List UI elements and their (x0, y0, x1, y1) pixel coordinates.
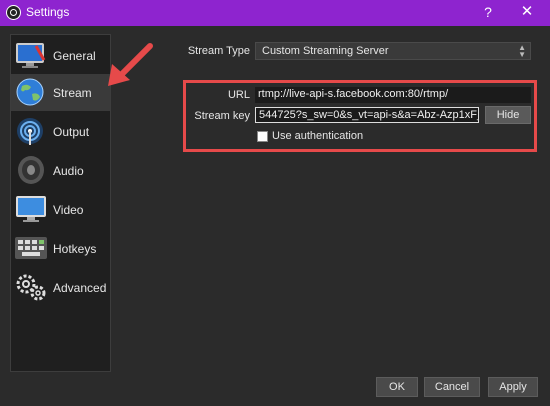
sidebar-item-general[interactable]: General (11, 37, 110, 74)
stream-type-value: Custom Streaming Server (262, 45, 389, 57)
ok-button[interactable]: OK (376, 377, 418, 397)
sidebar-item-label: Output (53, 125, 90, 139)
sidebar-item-video[interactable]: Video (11, 191, 110, 228)
stream-type-select[interactable]: Custom Streaming Server ▲ ▼ (255, 42, 531, 60)
spin-arrows-icon: ▲ ▼ (518, 43, 526, 59)
sidebar-item-label: Video (53, 203, 84, 217)
sidebar-item-label: Stream (53, 86, 92, 100)
settings-sidebar: General Stream Output Audio Video Hotkey… (10, 34, 111, 372)
use-authentication-label: Use authentication (272, 130, 364, 142)
use-authentication-checkbox[interactable] (257, 131, 268, 142)
close-button[interactable]: ✕ (517, 2, 537, 22)
hide-button[interactable]: Hide (485, 106, 531, 124)
sidebar-item-label: Advanced (53, 281, 107, 295)
gears-icon (16, 274, 46, 301)
help-button[interactable]: ? (479, 2, 497, 22)
stream-key-label: Stream key (194, 110, 250, 122)
broadcast-icon (17, 118, 43, 145)
monitor-icon (16, 196, 46, 222)
sidebar-item-label: Hotkeys (53, 242, 97, 256)
cancel-button[interactable]: Cancel (424, 377, 480, 397)
globe-icon (16, 78, 44, 106)
obs-logo-icon (6, 5, 21, 20)
url-input[interactable]: rtmp://live-api-s.facebook.com:80/rtmp/ (255, 87, 531, 103)
window-title: Settings (26, 5, 70, 19)
stream-type-label: Stream Type (187, 45, 250, 57)
sidebar-item-audio[interactable]: Audio (11, 152, 110, 189)
url-label: URL (227, 89, 250, 101)
sidebar-item-hotkeys[interactable]: Hotkeys (11, 230, 110, 267)
sidebar-item-stream[interactable]: Stream (11, 74, 110, 111)
apply-button[interactable]: Apply (488, 377, 538, 397)
keyboard-icon (15, 237, 47, 259)
speaker-icon (18, 156, 44, 184)
sidebar-item-label: Audio (53, 164, 84, 178)
sidebar-item-advanced[interactable]: Advanced (11, 269, 110, 306)
stream-key-input[interactable]: 544725?s_sw=0&s_vt=api-s&a=Abz-Azp1xF_yt… (255, 107, 479, 123)
title-bar: Settings ? ✕ (0, 0, 550, 26)
sidebar-item-label: General (53, 49, 96, 63)
sidebar-item-output[interactable]: Output (11, 113, 110, 150)
monitor-settings-icon (16, 43, 46, 68)
